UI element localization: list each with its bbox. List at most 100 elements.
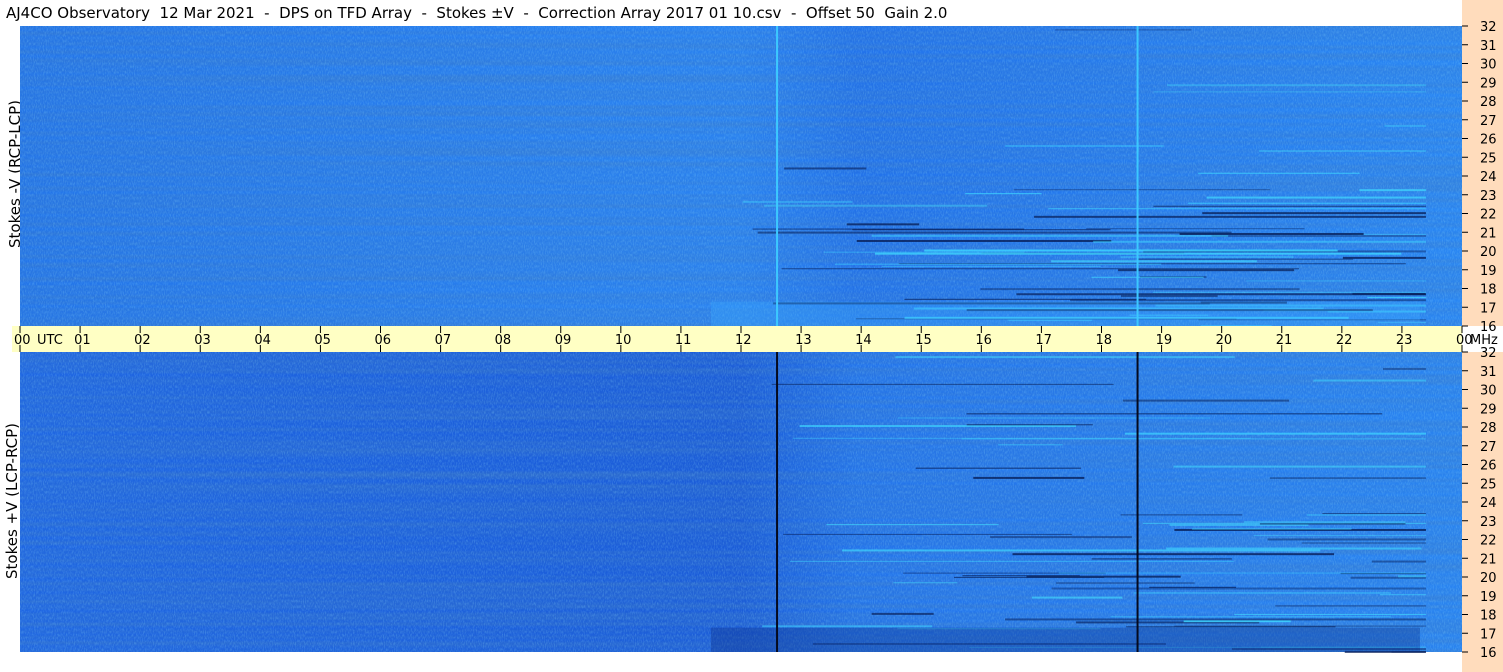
heatmap-streak <box>961 438 1426 440</box>
frequency-tick-label: 31 <box>1480 365 1497 380</box>
heatmap-streak <box>852 229 1111 231</box>
heatmap-streak <box>1034 215 1426 218</box>
heatmap-streak <box>1153 205 1426 207</box>
frequency-tick-label: 18 <box>1480 283 1497 298</box>
frequency-tick-label: 29 <box>1480 76 1497 91</box>
heatmap-streak <box>895 356 1235 359</box>
heatmap-streak <box>904 298 1147 300</box>
heatmap-streak <box>1275 605 1426 607</box>
heatmap-streak <box>1306 514 1426 516</box>
heatmap-streak <box>1093 240 1426 243</box>
heatmap-streak <box>1051 260 1257 263</box>
time-tick-label: 12 <box>735 333 752 348</box>
heatmap-streak <box>1259 523 1406 525</box>
heatmap-streak <box>1342 256 1426 259</box>
heatmap-streak <box>965 193 1042 195</box>
heatmap-streak <box>834 263 1162 265</box>
heatmap-streak <box>1322 513 1426 515</box>
utc-label: UTC <box>37 333 63 348</box>
frequency-tick-label: 19 <box>1480 264 1497 279</box>
time-tick-label: 08 <box>495 333 512 348</box>
heatmap-streak <box>757 231 1232 234</box>
heatmap-streak <box>1183 620 1291 623</box>
heatmap-streak <box>1005 618 1426 621</box>
time-tick-label: 11 <box>675 333 692 348</box>
frequency-axis-band <box>1462 352 1503 672</box>
heatmap-streak <box>980 288 1300 291</box>
heatmap-streak <box>1379 594 1426 596</box>
time-tick-label: 01 <box>74 333 91 348</box>
heatmap-streak <box>1179 232 1364 235</box>
frequency-tick-label: 22 <box>1480 208 1497 223</box>
vertical-line <box>776 352 779 652</box>
frequency-tick-label: 28 <box>1480 421 1497 436</box>
time-tick-label: 21 <box>1276 333 1293 348</box>
heatmap-streak <box>924 249 1338 252</box>
heatmap-streak <box>990 536 1132 539</box>
frequency-tick-label: 23 <box>1480 189 1497 204</box>
heatmap-streak <box>1136 258 1354 260</box>
heatmap-streak <box>893 582 958 584</box>
frequency-tick-label: 25 <box>1480 477 1497 492</box>
heatmap-streak <box>1246 280 1426 282</box>
heatmap-streak <box>1120 514 1243 516</box>
time-tick-label: 02 <box>134 333 151 348</box>
spectrogram-figure: 16 17 18 19 20 21 22 23 24 25 26 27 28 29 30 31 32 16 17 18… <box>12 0 1503 672</box>
heatmap-streak <box>1091 276 1204 278</box>
time-tick-label: 04 <box>254 333 271 348</box>
heatmap-streak <box>1058 572 1426 574</box>
heatmap-low-band <box>710 627 1420 652</box>
heatmap-streak <box>826 524 999 526</box>
heatmap-streak <box>1202 212 1426 215</box>
heatmap-streak <box>1173 465 1426 468</box>
time-tick-label: 20 <box>1216 333 1233 348</box>
heatmap-streak <box>1026 575 1181 578</box>
time-tick-label: 22 <box>1336 333 1353 348</box>
heatmap-streak <box>1211 234 1426 237</box>
heatmap-streak <box>1012 553 1335 556</box>
heatmap-streak <box>1124 432 1426 435</box>
frequency-tick-label: 24 <box>1480 496 1497 511</box>
frequency-tick-label: 20 <box>1480 245 1497 260</box>
heatmap-streak <box>842 549 1321 552</box>
time-tick-label: 18 <box>1096 333 1113 348</box>
heatmap-streak <box>1133 592 1392 594</box>
time-tick-label: 07 <box>435 333 452 348</box>
heatmap-streak <box>789 560 1234 562</box>
frequency-tick-label: 32 <box>1480 20 1497 35</box>
heatmap-streak <box>1152 291 1426 293</box>
heatmap-streak <box>762 625 933 628</box>
time-tick-label: 03 <box>194 333 211 348</box>
frequency-tick-label: 28 <box>1480 95 1497 110</box>
heatmap-streak <box>1367 297 1426 299</box>
heatmap-streak <box>1013 189 1271 191</box>
time-tick-label: 09 <box>555 333 572 348</box>
heatmap-streak <box>1383 367 1426 370</box>
frequency-tick-label: 16 <box>1480 646 1497 661</box>
heatmap-streak <box>1267 538 1426 541</box>
heatmap-streak <box>1167 84 1426 87</box>
heatmap-streak <box>1244 521 1406 524</box>
heatmap-streak <box>783 533 1072 535</box>
heatmap-streak <box>781 268 1300 270</box>
heatmap-streak <box>966 413 1383 415</box>
frequency-tick-label: 18 <box>1480 609 1497 624</box>
heatmap-panel <box>20 26 1462 327</box>
heatmap-streak <box>1259 150 1426 152</box>
vertical-line <box>776 26 779 326</box>
heatmap-panel <box>20 352 1462 653</box>
time-tick-label: 23 <box>1396 333 1413 348</box>
vertical-line <box>1136 352 1139 652</box>
heatmap-streak <box>771 383 1114 385</box>
heatmap-noise-texture <box>20 26 1462 326</box>
heatmap-streak <box>1055 29 1192 31</box>
frequency-tick-label: 17 <box>1480 301 1497 316</box>
heatmap-streak <box>742 200 853 203</box>
heatmap-streak <box>846 223 920 226</box>
heatmap-streak <box>1086 228 1305 230</box>
heatmap-streak <box>1253 535 1426 537</box>
heatmap-streak <box>823 251 1025 253</box>
heatmap-streak <box>1384 124 1426 127</box>
frequency-tick-label: 30 <box>1480 384 1497 399</box>
heatmap-streak <box>998 444 1063 446</box>
